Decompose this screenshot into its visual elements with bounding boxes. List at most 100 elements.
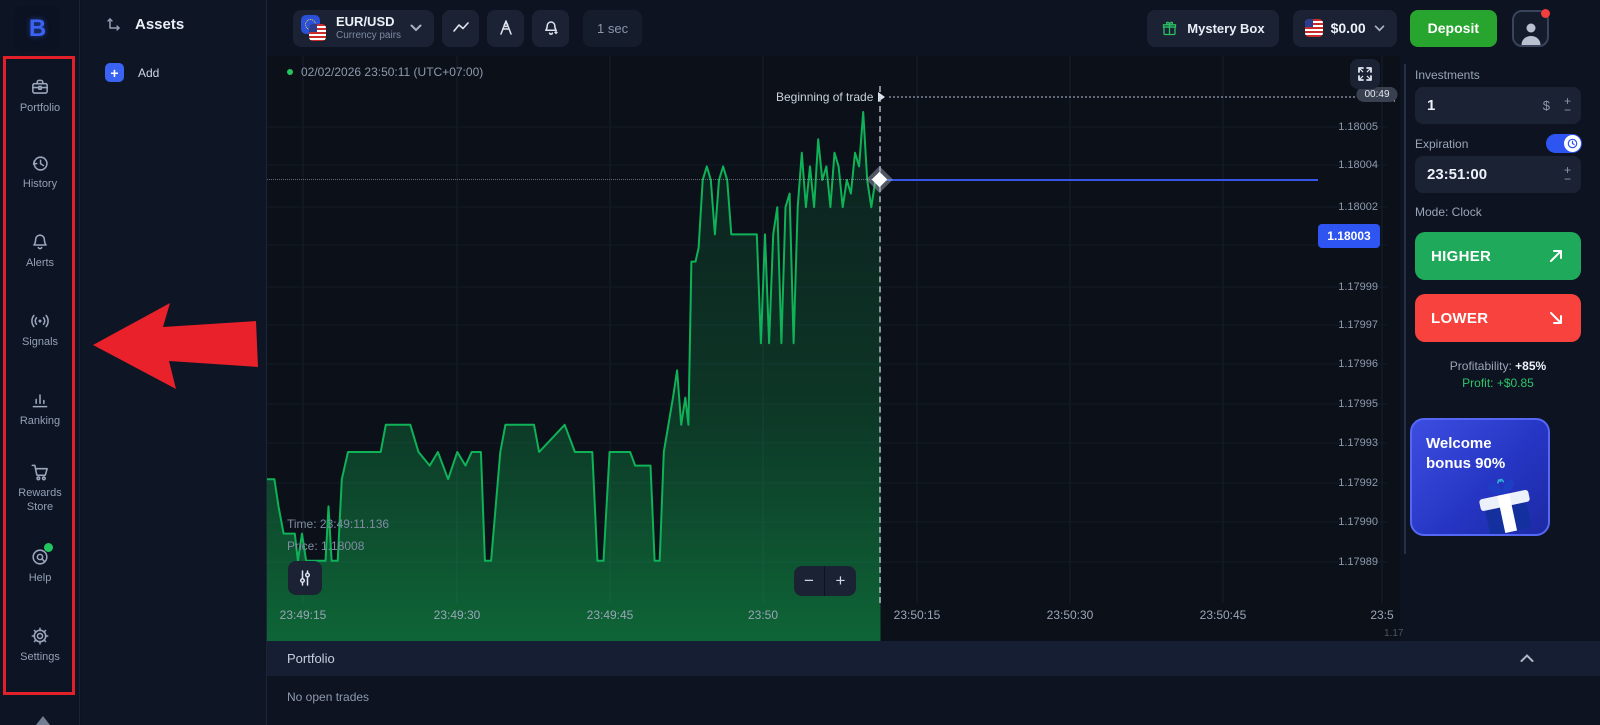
time-axis-label: 23:5 [1370,608,1393,622]
expiration-value: 23:51:00 [1427,166,1564,183]
arrow-up-right-icon [1547,247,1565,265]
compass-icon [496,18,516,38]
profit-text: Profit: +$0.85 [1400,376,1596,390]
sidebar: B Portfolio History Alerts Signals Ranking Re… [0,0,80,725]
sidebar-item-settings[interactable]: Settings [0,625,80,665]
zoom-out-button[interactable]: − [794,566,825,596]
investments-label: Investments [1415,68,1480,82]
countdown-badge: 00:49 [1356,87,1397,102]
sidebar-item-alerts[interactable]: Alerts [0,231,80,271]
assets-panel: Assets + Add [81,0,267,725]
sidebar-item-label: Ranking [20,415,60,429]
currency-pair-selector[interactable]: EUR/USD Currency pairs [293,10,434,47]
help-online-dot [44,543,53,552]
sidebar-item-label: Settings [20,651,60,665]
decrease-expiration-button[interactable]: − [1564,175,1571,184]
assets-icon [105,15,123,33]
chevron-down-icon [410,24,422,32]
portfolio-icon [29,76,51,98]
interval-selector[interactable]: 1 sec [583,10,642,47]
begin-trade-vertical-line [879,86,881,603]
mystery-box-button[interactable]: Mystery Box [1147,10,1278,47]
time-axis-label: 23:49:15 [280,608,327,622]
us-flag-icon [309,24,326,41]
app-logo[interactable]: B [14,6,60,52]
us-flag-icon [1305,19,1323,37]
current-price-line [880,179,1318,181]
crosshair-readout: Time: 23:49:11.136 Price: 1.18008 [287,514,389,557]
time-axis-label: 23:50:15 [894,608,941,622]
gift-box-illustration [1468,472,1546,534]
clock-icon [1567,138,1578,149]
lower-label: LOWER [1431,310,1547,327]
crosshair-price: Price: 1.18008 [287,536,389,558]
gift-icon [1161,20,1178,37]
higher-label: HIGHER [1431,248,1547,265]
sidebar-item-label: History [23,178,57,192]
sidebar-item-label: Portfolio [20,102,60,116]
axis-scrollbar[interactable] [1404,64,1406,554]
bell-plus-icon [541,18,561,38]
mode-label: Mode: Clock [1415,205,1482,219]
sidebar-partial-icon [36,716,50,725]
expiration-input[interactable]: 23:51:00 + − [1415,156,1581,193]
interval-label: 1 sec [597,21,628,36]
assets-title: Assets [135,16,184,33]
no-open-trades-message: No open trades [287,690,369,704]
sidebar-item-history[interactable]: History [0,152,80,192]
person-icon [1518,19,1544,45]
drawing-tools-button[interactable] [487,10,524,47]
balance-selector[interactable]: $0.00 [1293,10,1397,47]
profitability-text: Profitability: +85% [1400,359,1596,373]
plus-icon[interactable]: + [105,63,124,82]
help-icon [29,546,51,568]
deposit-button[interactable]: Deposit [1410,10,1497,47]
rewards-icon [29,461,51,483]
price-axis-label: 1.17992 [1338,477,1378,489]
user-avatar[interactable] [1512,10,1549,47]
begin-trade-label: Beginning of trade [776,90,873,104]
higher-button[interactable]: HIGHER [1415,232,1581,280]
current-price-badge: 1.18003 [1318,224,1380,248]
trade-panel: Investments 1 $ + − Expiration 23:51:00 … [1400,56,1600,641]
expand-icon [1357,66,1373,82]
sidebar-item-ranking[interactable]: Ranking [0,389,80,429]
price-axis-label: 1.17990 [1338,516,1378,528]
lower-button[interactable]: LOWER [1415,294,1581,342]
indicators-button[interactable] [288,561,322,595]
portfolio-content: No open trades [267,676,1600,725]
zoom-in-button[interactable]: + [825,566,856,596]
mystery-box-label: Mystery Box [1187,21,1264,36]
portfolio-bar[interactable]: Portfolio [267,641,1600,676]
sidebar-item-help[interactable]: Help [0,546,80,586]
sliders-icon [296,569,314,587]
alerts-add-button[interactable] [532,10,569,47]
sidebar-item-signals[interactable]: Signals [0,310,80,350]
pair-flags-icon [301,15,327,41]
price-axis-label: 1.17989 [1338,556,1378,568]
decrease-investment-button[interactable]: − [1564,106,1571,115]
welcome-bonus-card[interactable]: Welcome bonus 90% [1410,418,1550,536]
time-axis-label: 23:50:30 [1047,608,1094,622]
price-chart[interactable]: 02/02/2026 23:50:11 (UTC+07:00) Beginnin… [267,56,1400,641]
sidebar-item-rewards[interactable]: RewardsStore [0,461,80,515]
chevron-up-icon[interactable] [1520,654,1534,663]
price-axis-label: 1.17997 [1338,319,1378,331]
signals-icon [29,310,51,332]
expiration-toggle[interactable] [1546,134,1582,153]
pair-type: Currency pairs [336,30,401,42]
chevron-down-icon [1374,25,1385,32]
investment-input[interactable]: 1 $ + − [1415,87,1581,124]
arrow-down-right-icon [1547,309,1565,327]
chart-type-button[interactable] [442,10,479,47]
price-axis-label: 1.18002 [1338,201,1378,213]
history-icon [29,152,51,174]
currency-symbol: $ [1543,98,1550,113]
fullscreen-button[interactable] [1350,59,1380,89]
add-asset-button[interactable]: + Add [105,63,159,82]
investment-value: 1 [1427,97,1543,114]
sidebar-item-portfolio[interactable]: Portfolio [0,76,80,116]
chart-timestamp: 02/02/2026 23:50:11 (UTC+07:00) [301,65,483,79]
toggle-knob [1564,135,1581,152]
portfolio-title: Portfolio [287,651,1520,666]
